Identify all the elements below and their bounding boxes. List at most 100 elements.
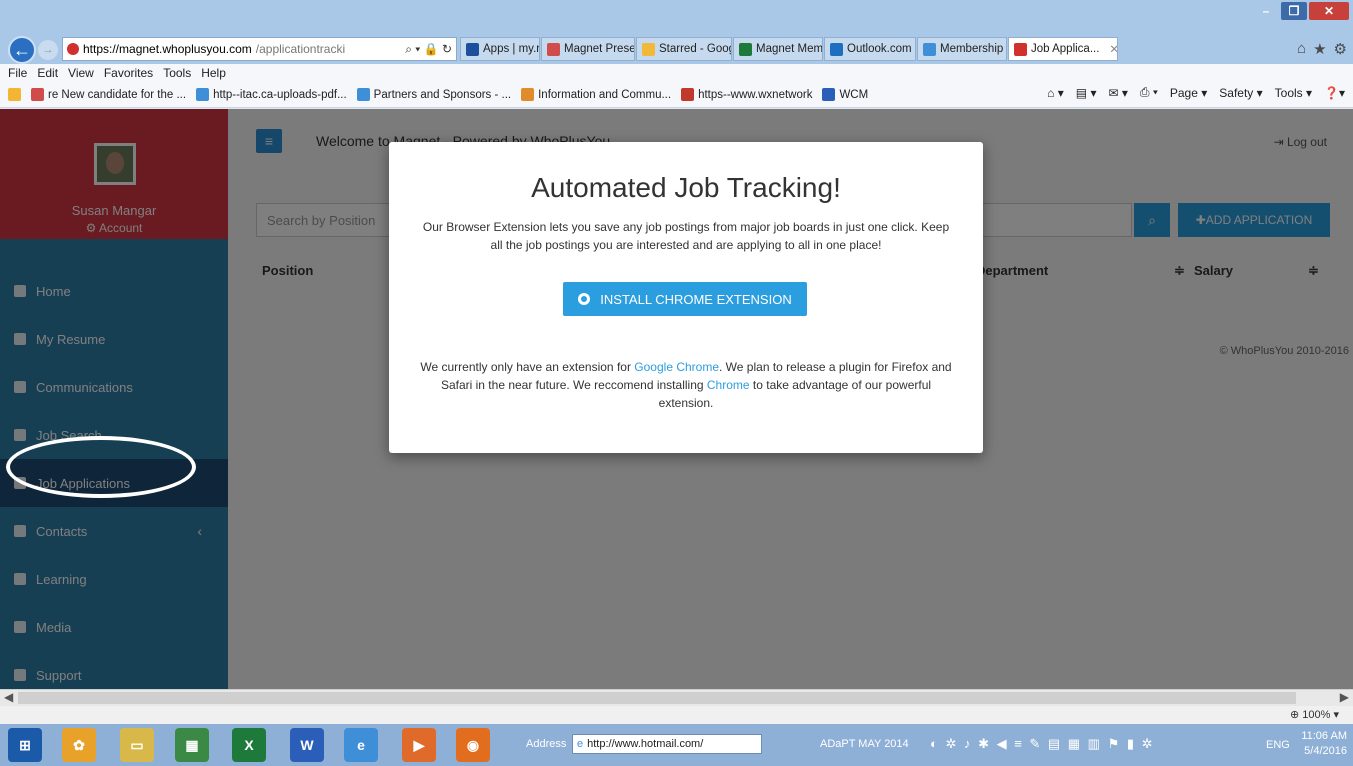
status-bar: ⊕ 100% ▾ <box>0 706 1353 724</box>
scrollbar-thumb[interactable] <box>18 692 1296 704</box>
google-chrome-link[interactable]: Google Chrome <box>634 360 719 374</box>
browser-right-icons: ⌂ ★ ⚙ <box>1297 40 1347 58</box>
language-indicator[interactable]: ENG <box>1266 739 1290 751</box>
taskbar-flower-app[interactable]: ✿ <box>62 728 96 762</box>
taskbar-address-label: Address <box>526 738 567 750</box>
tab-apps-ryerson[interactable]: Apps | my.ryer... <box>460 37 540 61</box>
favorite-item[interactable]: Partners and Sponsors - ... <box>356 88 511 101</box>
tab-google-drive-starred[interactable]: Starred - Googl... <box>636 37 732 61</box>
menu-view[interactable]: View <box>68 66 94 80</box>
tab-favicon-icon <box>1014 42 1027 56</box>
excel-icon: X <box>244 737 254 753</box>
back-button[interactable]: ← <box>8 36 36 64</box>
word-icon: W <box>300 737 314 753</box>
chrome-link[interactable]: Chrome <box>707 378 750 392</box>
url-path: /applicationtracki <box>255 42 346 56</box>
tab-label: Magnet Presen... <box>564 43 635 55</box>
tab-favicon-icon <box>466 42 479 56</box>
tab-close-icon[interactable]: ✕ <box>1109 42 1117 56</box>
favorite-item[interactable]: WCM <box>822 88 868 101</box>
menu-file[interactable]: File <box>8 66 27 80</box>
tab-label: Outlook.com -... <box>847 43 915 55</box>
tab-job-applications[interactable]: Job Applica... ✕ <box>1008 37 1118 61</box>
start-button[interactable]: ⊞ <box>8 728 42 762</box>
maximize-button[interactable]: ❐ <box>1281 2 1307 20</box>
taskbar-word[interactable]: W <box>290 728 324 762</box>
favorites-star-add[interactable] <box>8 88 21 101</box>
tab-favicon-icon <box>547 42 560 56</box>
favorite-item[interactable]: http--itac.ca-uploads-pdf... <box>196 88 347 101</box>
tab-magnet-presentation[interactable]: Magnet Presen... <box>541 37 635 61</box>
address-bar[interactable]: https://magnet.whoplusyou.com/applicatio… <box>62 37 457 61</box>
tab-label: Starred - Googl... <box>659 43 731 55</box>
tab-membership-d[interactable]: Membership D... <box>917 37 1007 61</box>
wcm-icon <box>822 88 836 101</box>
menu-help[interactable]: Help <box>201 66 226 80</box>
info-page-icon <box>521 88 535 101</box>
safety-menu[interactable]: Safety ▾ <box>1219 86 1262 100</box>
menu-edit[interactable]: Edit <box>37 66 58 80</box>
play-icon: ▶ <box>413 736 425 753</box>
help-icon[interactable]: ❓▾ <box>1324 86 1345 100</box>
modal-title: Automated Job Tracking! <box>531 172 841 203</box>
taskbar-calculator[interactable]: ▦ <box>175 728 209 762</box>
mail-icon[interactable]: ✉ ▾ <box>1108 86 1127 100</box>
tools-menu[interactable]: Tools ▾ <box>1275 86 1312 100</box>
home-icon[interactable]: ⌂ <box>1297 40 1306 58</box>
tab-magnet-membership[interactable]: Magnet Memb... <box>733 37 823 61</box>
ie-page-icon <box>196 88 210 101</box>
address-bar-actions[interactable]: ⌕ ▾ 🔒 ↻ <box>405 42 452 57</box>
taskbar-file-explorer[interactable]: ▭ <box>120 728 154 762</box>
zoom-icon: ⊕ <box>1290 709 1303 721</box>
favorite-item[interactable]: re New candidate for the ... <box>31 88 186 101</box>
system-clock[interactable]: 11:06 AM 5/4/2016 <box>1301 729 1347 759</box>
favorite-label: WCM <box>839 88 869 101</box>
tab-label: Membership D... <box>940 43 1006 55</box>
clock-time: 11:06 AM <box>1301 730 1347 742</box>
tab-label: Job Applica... <box>1031 43 1100 55</box>
favorite-item[interactable]: https--www.wxnetwork <box>681 88 812 101</box>
favorite-label: re New candidate for the ... <box>48 88 187 101</box>
install-chrome-extension-button[interactable]: INSTALL CHROME EXTENSION <box>563 282 807 316</box>
feeds-icon[interactable]: ▤ ▾ <box>1076 86 1097 100</box>
modal-description: Our Browser Extension lets you save any … <box>422 220 950 252</box>
page-menu[interactable]: Page ▾ <box>1170 86 1207 100</box>
menu-favorites[interactable]: Favorites <box>104 66 153 80</box>
tab-outlook[interactable]: Outlook.com -... <box>824 37 916 61</box>
window-controls: – ❐ ✕ <box>1253 2 1349 20</box>
wx-network-icon <box>681 88 695 101</box>
home-dropdown-icon[interactable]: ⌂ ▾ <box>1047 86 1064 100</box>
taskbar-address-input[interactable]: e http://www.hotmail.com/ <box>572 734 762 754</box>
taskbar-firefox[interactable]: ◉ <box>456 728 490 762</box>
zoom-control[interactable]: ⊕ 100% ▾ <box>1290 708 1339 721</box>
menu-tools[interactable]: Tools <box>163 66 191 80</box>
tab-strip: Apps | my.ryer... Magnet Presen... Starr… <box>460 37 1118 61</box>
settings-gear-icon[interactable]: ⚙ <box>1334 40 1347 58</box>
modal-footer-text: We currently only have an extension for … <box>419 358 953 412</box>
system-tray[interactable]: ◐ ✲ ♪ ✱ ◀ ≡ ✎ ▤ ▦ ▥ ⚑ ▮ ✲ <box>930 736 1155 752</box>
taskbar-internet-explorer[interactable]: e <box>344 728 378 762</box>
calculator-icon: ▦ <box>185 736 199 753</box>
ie-page-icon <box>356 88 370 101</box>
horizontal-scrollbar[interactable]: ◀ ▶ <box>0 689 1353 706</box>
taskbar-media-player[interactable]: ▶ <box>402 728 436 762</box>
taskbar-address-value: http://www.hotmail.com/ <box>587 738 704 750</box>
scroll-left-icon[interactable]: ◀ <box>4 690 13 704</box>
scroll-right-icon[interactable]: ▶ <box>1340 690 1349 704</box>
close-window-button[interactable]: ✕ <box>1309 2 1349 20</box>
forward-button[interactable]: → <box>38 40 58 60</box>
favorite-item[interactable]: Information and Commu... <box>521 88 671 101</box>
minimize-button[interactable]: – <box>1253 2 1279 20</box>
taskbar-excel[interactable]: X <box>232 728 266 762</box>
ie-page-icon: e <box>577 738 584 750</box>
chrome-icon <box>578 293 591 305</box>
clock-date: 5/4/2016 <box>1304 745 1347 757</box>
windows-taskbar: ⊞ ✿ ▭ ▦ X W e ▶ ◉ Address e http://www.h… <box>0 724 1353 766</box>
print-icon[interactable]: ⎙ ▾ <box>1140 85 1158 100</box>
url-host: https://magnet.whoplusyou.com <box>83 42 252 56</box>
extension-modal: Automated Job Tracking! Our Browser Exte… <box>389 142 983 453</box>
favorites-star-icon[interactable]: ★ <box>1313 40 1326 58</box>
taskbar-toolbar-label[interactable]: ADaPT MAY 2014 <box>820 738 909 750</box>
windows-icon: ⊞ <box>19 736 31 753</box>
firefox-icon: ◉ <box>466 736 480 753</box>
